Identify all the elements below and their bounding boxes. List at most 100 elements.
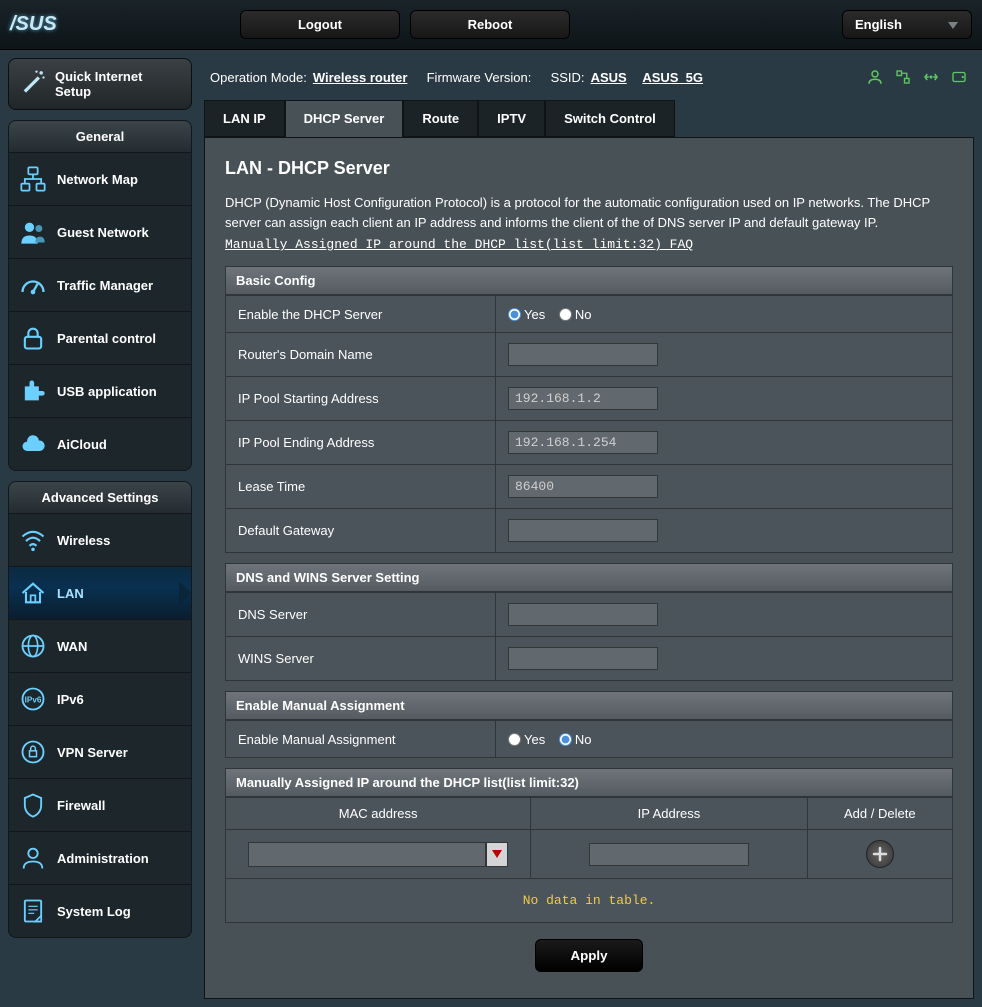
advanced-header: Advanced Settings bbox=[8, 481, 192, 514]
logout-button[interactable]: Logout bbox=[240, 10, 400, 39]
content-panel: LAN - DHCP Server DHCP (Dynamic Host Con… bbox=[204, 137, 974, 999]
mac-dropdown-button[interactable] bbox=[486, 842, 508, 867]
faq-link[interactable]: Manually Assigned IP around the DHCP lis… bbox=[225, 237, 693, 252]
dns-input[interactable] bbox=[508, 603, 658, 626]
globe-icon bbox=[19, 632, 47, 660]
admin-icon bbox=[19, 844, 47, 872]
home-icon bbox=[19, 579, 47, 607]
pool-end-input[interactable] bbox=[508, 431, 658, 454]
manual-table: Enable Manual Assignment Yes No bbox=[225, 720, 953, 758]
sidebar-item-firewall[interactable]: Firewall bbox=[9, 779, 191, 832]
fw-label: Firmware Version: bbox=[427, 70, 532, 85]
puzzle-icon bbox=[19, 377, 47, 405]
enable-dhcp-no[interactable] bbox=[559, 308, 572, 321]
pool-start-input[interactable] bbox=[508, 387, 658, 410]
dns-table: DNS Server WINS Server bbox=[225, 592, 953, 681]
ssid-2: ASUS_5G bbox=[642, 70, 703, 85]
ipv6-icon: IPv6 bbox=[19, 685, 47, 713]
plus-icon bbox=[872, 846, 888, 862]
sidebar-item-wireless[interactable]: Wireless bbox=[9, 514, 191, 567]
basic-config-header: Basic Config bbox=[225, 266, 953, 295]
mac-input[interactable] bbox=[248, 842, 486, 867]
domain-input[interactable] bbox=[508, 343, 658, 366]
col-ip: IP Address bbox=[531, 798, 807, 830]
gateway-input[interactable] bbox=[508, 519, 658, 542]
manual-no[interactable] bbox=[559, 733, 572, 746]
mac-combo[interactable] bbox=[248, 842, 508, 867]
svg-text:IPv6: IPv6 bbox=[25, 696, 42, 705]
quick-internet-setup[interactable]: Quick Internet Setup bbox=[8, 58, 192, 110]
wand-icon bbox=[19, 67, 47, 95]
apply-button[interactable]: Apply bbox=[535, 939, 642, 972]
op-mode-value[interactable]: Wireless router bbox=[313, 70, 408, 85]
tab-dhcp-server[interactable]: DHCP Server bbox=[285, 100, 404, 137]
tab-switch-control[interactable]: Switch Control bbox=[545, 100, 675, 137]
page-title: LAN - DHCP Server bbox=[225, 158, 953, 179]
col-mac: MAC address bbox=[226, 798, 531, 830]
ssid-1: ASUS bbox=[591, 70, 627, 85]
sidebar: Quick Internet Setup General Network Map… bbox=[0, 50, 200, 1007]
dns-label: DNS Server bbox=[226, 593, 496, 637]
sidebar-item-traffic-manager[interactable]: Traffic Manager bbox=[9, 259, 191, 312]
dns-header: DNS and WINS Server Setting bbox=[225, 563, 953, 592]
enable-dhcp-yes[interactable] bbox=[508, 308, 521, 321]
chevron-down-icon bbox=[947, 20, 959, 30]
sidebar-item-lan[interactable]: LAN bbox=[9, 567, 191, 620]
gauge-icon bbox=[19, 271, 47, 299]
wins-input[interactable] bbox=[508, 647, 658, 670]
ip-input[interactable] bbox=[589, 843, 749, 866]
language-dropdown[interactable]: English bbox=[842, 10, 972, 39]
sidebar-item-aicloud[interactable]: AiCloud bbox=[9, 418, 191, 470]
sidebar-item-administration[interactable]: Administration bbox=[9, 832, 191, 885]
gateway-label: Default Gateway bbox=[226, 509, 496, 553]
log-icon bbox=[19, 897, 47, 925]
language-label: English bbox=[855, 17, 902, 32]
shield-icon bbox=[19, 791, 47, 819]
usb-status-icon[interactable] bbox=[922, 68, 940, 86]
reboot-button[interactable]: Reboot bbox=[410, 10, 570, 39]
user-status-icon[interactable] bbox=[866, 68, 884, 86]
brand-logo: /SUS bbox=[10, 13, 210, 36]
add-row-button[interactable] bbox=[866, 840, 894, 868]
sidebar-item-network-map[interactable]: Network Map bbox=[9, 153, 191, 206]
sidebar-item-usb-application[interactable]: USB application bbox=[9, 365, 191, 418]
top-bar: /SUS Logout Reboot English bbox=[0, 0, 982, 50]
sidebar-item-parental-control[interactable]: Parental control bbox=[9, 312, 191, 365]
vpn-icon bbox=[19, 738, 47, 766]
manual-label: Enable Manual Assignment bbox=[226, 721, 496, 758]
tab-bar: LAN IP DHCP Server Route IPTV Switch Con… bbox=[204, 100, 974, 137]
mac-table-header: Manually Assigned IP around the DHCP lis… bbox=[225, 768, 953, 797]
op-mode-label: Operation Mode: bbox=[210, 70, 307, 85]
tab-lan-ip[interactable]: LAN IP bbox=[204, 100, 285, 137]
cloud-icon bbox=[19, 430, 47, 458]
wifi-icon bbox=[19, 526, 47, 554]
info-row: Operation Mode: Wireless router Firmware… bbox=[204, 58, 974, 100]
pool-start-label: IP Pool Starting Address bbox=[226, 377, 496, 421]
manual-yes[interactable] bbox=[508, 733, 521, 746]
network-map-icon bbox=[19, 165, 47, 193]
domain-label: Router's Domain Name bbox=[226, 333, 496, 377]
users-icon bbox=[19, 218, 47, 246]
sidebar-item-wan[interactable]: WAN bbox=[9, 620, 191, 673]
sidebar-item-system-log[interactable]: System Log bbox=[9, 885, 191, 937]
general-header: General bbox=[8, 120, 192, 153]
disk-status-icon[interactable] bbox=[950, 68, 968, 86]
mac-ip-table: MAC address IP Address Add / Delete bbox=[225, 797, 953, 879]
network-status-icon[interactable] bbox=[894, 68, 912, 86]
page-description: DHCP (Dynamic Host Configuration Protoco… bbox=[225, 193, 953, 232]
col-add: Add / Delete bbox=[807, 798, 952, 830]
tab-route[interactable]: Route bbox=[403, 100, 478, 137]
basic-config-table: Enable the DHCP Server Yes No Router's D… bbox=[225, 295, 953, 553]
ssid-label: SSID: bbox=[551, 70, 585, 85]
no-data-message: No data in table. bbox=[225, 879, 953, 923]
tab-iptv[interactable]: IPTV bbox=[478, 100, 545, 137]
lock-icon bbox=[19, 324, 47, 352]
pool-end-label: IP Pool Ending Address bbox=[226, 421, 496, 465]
quick-setup-label: Quick Internet Setup bbox=[55, 69, 142, 99]
sidebar-item-vpn-server[interactable]: VPN Server bbox=[9, 726, 191, 779]
sidebar-item-ipv6[interactable]: IPv6 IPv6 bbox=[9, 673, 191, 726]
sidebar-item-guest-network[interactable]: Guest Network bbox=[9, 206, 191, 259]
enable-dhcp-label: Enable the DHCP Server bbox=[226, 296, 496, 333]
lease-input[interactable] bbox=[508, 475, 658, 498]
manual-header: Enable Manual Assignment bbox=[225, 691, 953, 720]
